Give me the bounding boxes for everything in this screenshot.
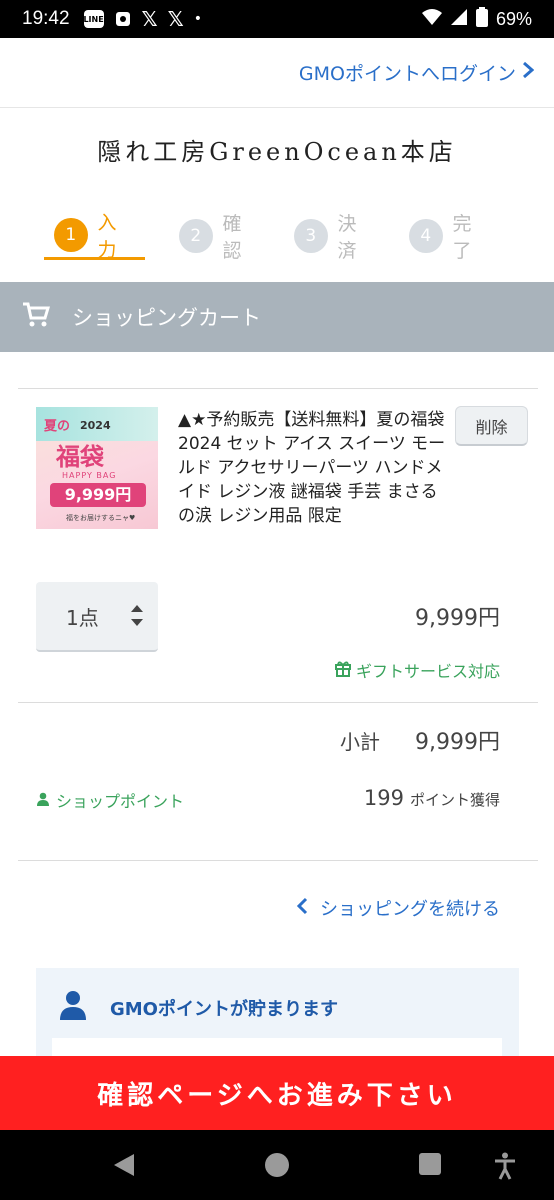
checkout-steps: 1 入力 2 確認 3 決済 4 完了 [44, 212, 524, 262]
back-icon[interactable] [112, 1152, 136, 1182]
step-label: 決済 [337, 213, 357, 262]
wifi-icon [421, 8, 442, 31]
x-app-icon: 𝕏 [141, 7, 158, 31]
delete-button[interactable]: 削除 [455, 406, 528, 446]
points-value: 199 [363, 786, 404, 810]
gmo-login-link[interactable]: GMOポイントへログイン [298, 59, 535, 86]
step-number: 2 [179, 219, 213, 253]
thumb-natsu: 夏の [44, 419, 71, 434]
points-suffix: ポイント獲得 [409, 791, 500, 809]
product-image[interactable]: 夏の 2024 福袋 HAPPY BAG 9,999円 福をお届けするニャ♥ [36, 407, 158, 529]
x-app-icon-2: 𝕏 [167, 7, 184, 31]
step-confirm: 2 確認 [179, 212, 260, 262]
quantity-value: 1点 [66, 605, 99, 630]
gift-icon [334, 659, 352, 681]
gift-label: ギフトサービス対応 [355, 662, 500, 681]
points-earned: 199 ポイント獲得 [364, 786, 500, 810]
android-navigation-bar [0, 1130, 554, 1200]
step-number: 3 [294, 219, 328, 253]
gift-service: ギフトサービス対応 [334, 658, 500, 682]
step-number: 1 [54, 217, 88, 252]
divider [18, 860, 538, 861]
thumb-happy: HAPPY BAG [62, 471, 117, 480]
thumb-fuku: 福袋 [56, 443, 104, 471]
confirm-page-banner[interactable]: 確認ページへお進み下さい [0, 1056, 554, 1130]
user-icon [36, 791, 50, 810]
subtotal-label: 小計 [340, 730, 380, 754]
thumb-year: 2024 [80, 419, 111, 432]
more-notifications-dot: • [193, 11, 203, 27]
person-icon [58, 990, 88, 1025]
item-price: 9,999円 [415, 606, 500, 631]
step-label: 完了 [452, 213, 472, 262]
gmo-login-bar: GMOポイントへログイン [0, 38, 554, 108]
home-icon[interactable] [264, 1152, 290, 1182]
cart-title: ショッピングカート [72, 306, 261, 330]
product-title[interactable]: ▲★予約販売【送料無料】夏の福袋2024 セット アイス スイーツ モールド ア… [178, 408, 446, 528]
signal-icon [450, 8, 468, 31]
step-complete: 4 完了 [409, 212, 490, 262]
divider [18, 388, 538, 389]
quantity-select[interactable]: 1点 [36, 582, 158, 652]
thumb-note: 福をお届けするニャ♥ [66, 514, 136, 522]
step-input: 1 入力 [44, 212, 145, 261]
shopping-cart-icon [22, 302, 51, 333]
battery-percent: 69% [495, 8, 532, 29]
thumb-price: 9,999円 [50, 483, 146, 507]
shop-point: ショップポイント [36, 788, 184, 812]
continue-shopping-link[interactable]: ショッピングを続ける [296, 895, 500, 921]
chevron-left-icon [296, 897, 308, 920]
gmo-box-title-text: GMOポイントが貯まります [110, 998, 338, 1020]
sort-arrows-icon [130, 604, 144, 627]
accessibility-icon[interactable] [494, 1152, 516, 1184]
step-label: 確認 [222, 213, 242, 262]
line-app-icon: LINE [83, 10, 104, 28]
step-number: 4 [409, 219, 443, 253]
battery-icon [475, 6, 488, 32]
continue-shopping-label: ショッピングを続ける [320, 899, 500, 920]
status-time: 19:42 [22, 8, 70, 29]
notification-app-icon [114, 10, 132, 28]
subtotal-value: 9,999円 [415, 730, 500, 755]
shop-point-label: ショップポイント [56, 792, 185, 811]
step-payment: 3 決済 [294, 212, 375, 262]
cart-header: ショッピングカート [0, 282, 554, 352]
step-label: 入力 [97, 211, 117, 261]
gmo-box-title: GMOポイントが貯まります [58, 990, 338, 1025]
gmo-login-label: GMOポイントへログイン [298, 63, 516, 85]
status-bar: 19:42 LINE 𝕏 𝕏 • 69% [0, 0, 554, 38]
divider [18, 702, 538, 703]
chevron-right-icon [522, 61, 535, 84]
shop-name: 隠れ工房GreenOcean本店 [97, 138, 457, 166]
recents-icon[interactable] [418, 1152, 442, 1180]
